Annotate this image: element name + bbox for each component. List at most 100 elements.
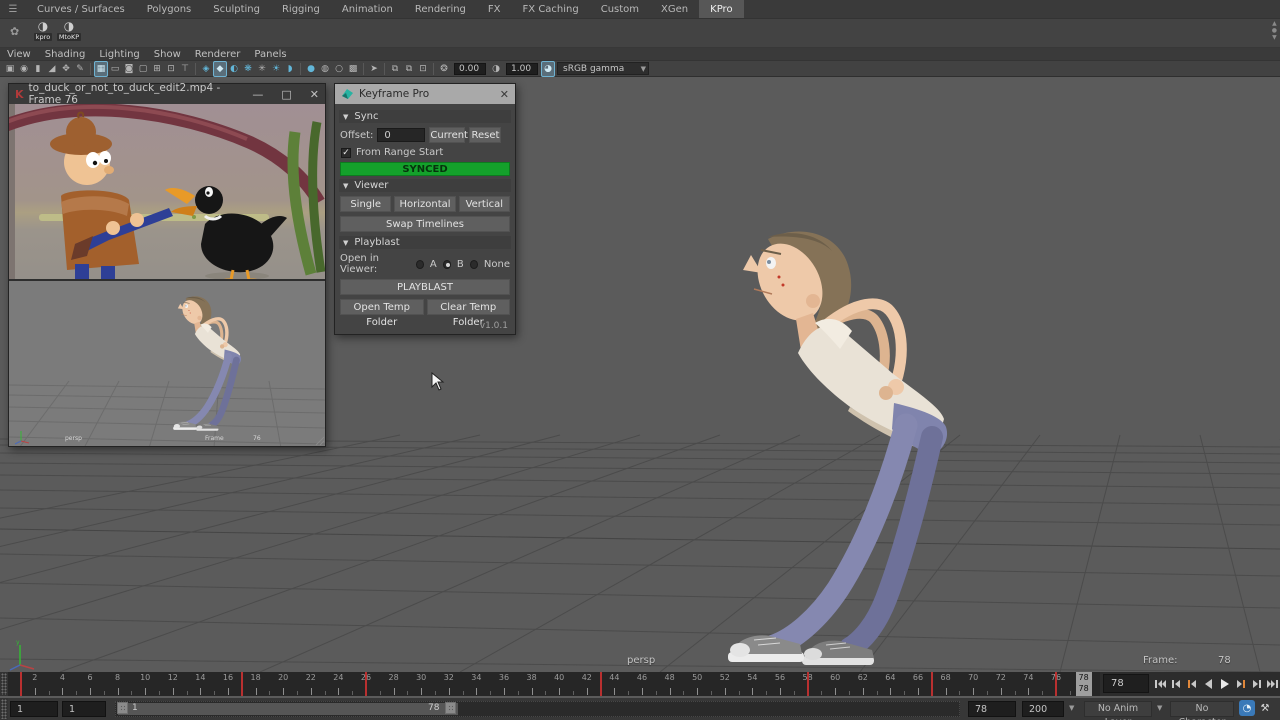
keyframe-marker[interactable]: [931, 672, 933, 696]
colorspace-dropdown[interactable]: sRGB gamma▼: [557, 62, 649, 75]
gamma-icon[interactable]: ◑: [489, 62, 503, 76]
panel-menu-lighting[interactable]: Lighting: [92, 48, 146, 61]
from-range-start-checkbox[interactable]: ✓ From Range Start: [341, 147, 509, 158]
shadows-icon[interactable]: ✳: [255, 62, 269, 76]
shelf-tab-rendering[interactable]: Rendering: [404, 0, 477, 18]
animation-end-field[interactable]: 200: [1022, 701, 1064, 717]
animation-preferences-icon[interactable]: ⚒: [1257, 700, 1273, 716]
shelf-tab-curves-surfaces[interactable]: Curves / Surfaces: [26, 0, 136, 18]
play-forwards-button[interactable]: [1217, 675, 1232, 693]
horizontal-viewer-button[interactable]: Horizontal: [394, 196, 455, 212]
ambient-occlusion-icon[interactable]: ☀: [269, 62, 283, 76]
film-gate-icon[interactable]: ▭: [108, 62, 122, 76]
keyframe-pro-window[interactable]: Keyframe Pro ✕ ▼ Sync Offset: 0 Current …: [334, 83, 516, 335]
shelf-tab-sculpting[interactable]: Sculpting: [202, 0, 271, 18]
minimize-icon[interactable]: —: [252, 88, 263, 101]
sync-section-header[interactable]: ▼ Sync: [339, 110, 511, 123]
plugin-shading-icon[interactable]: ▩: [346, 62, 360, 76]
xray-icon[interactable]: ●: [304, 62, 318, 76]
synced-status-button[interactable]: SYNCED: [340, 162, 510, 176]
current-frame-field[interactable]: 78: [1103, 674, 1149, 693]
window-resize-grip[interactable]: [313, 434, 325, 446]
xray-joints-icon[interactable]: ◍: [318, 62, 332, 76]
chevron-down-icon[interactable]: ▼: [1069, 704, 1074, 712]
gate-mask-icon[interactable]: ▢: [136, 62, 150, 76]
resolution-gate-icon[interactable]: ◙: [122, 62, 136, 76]
shelf-tab-polygons[interactable]: Polygons: [136, 0, 203, 18]
step-back-frame-button[interactable]: [1169, 675, 1184, 693]
swap-timelines-button[interactable]: Swap Timelines: [340, 216, 510, 232]
select-camera-icon[interactable]: ▣: [3, 62, 17, 76]
shelf-tab-rigging[interactable]: Rigging: [271, 0, 331, 18]
lock-camera-icon[interactable]: ◉: [17, 62, 31, 76]
close-icon[interactable]: ✕: [500, 88, 509, 101]
textured-icon[interactable]: ◐: [227, 62, 241, 76]
clear-temp-folder-button[interactable]: Clear Temp Folder: [427, 299, 511, 315]
keyframe-marker[interactable]: [1055, 672, 1057, 696]
keyframe-pro-titlebar[interactable]: Keyframe Pro ✕: [335, 84, 515, 104]
maximize-icon[interactable]: □: [281, 88, 291, 101]
single-viewer-button[interactable]: Single: [340, 196, 391, 212]
anim-layer-dropdown[interactable]: No Anim Layer: [1084, 701, 1152, 717]
auto-key-toggle-icon[interactable]: ◔: [1239, 700, 1255, 716]
object-select-icon[interactable]: ➤: [367, 62, 381, 76]
offset-input[interactable]: 0: [377, 128, 425, 142]
rangebar-drag-handle[interactable]: [0, 698, 8, 720]
character-model[interactable]: [650, 227, 1030, 672]
safe-action-icon[interactable]: ⊡: [164, 62, 178, 76]
shaded-icon[interactable]: ◆: [213, 61, 227, 77]
grid-icon[interactable]: ▦: [94, 61, 108, 77]
go-to-start-button[interactable]: [1153, 675, 1168, 693]
isolate-select-icon[interactable]: ○: [332, 62, 346, 76]
panel-menu-panels[interactable]: Panels: [247, 48, 293, 61]
range-end-handle[interactable]: [445, 702, 456, 714]
shelf-menu-icon[interactable]: ☰: [0, 0, 26, 18]
bookmark-icon[interactable]: ▮: [31, 62, 45, 76]
keyframe-marker[interactable]: [20, 672, 22, 696]
open-temp-folder-button[interactable]: Open Temp Folder: [340, 299, 424, 315]
shelf-tab-fx-caching[interactable]: FX Caching: [512, 0, 590, 18]
reset-button[interactable]: Reset: [469, 127, 501, 143]
exposure-field[interactable]: 0.00: [454, 63, 486, 75]
shelf-tab-xgen[interactable]: XGen: [650, 0, 699, 18]
shelf-item-kpro[interactable]: ◑ kpro: [30, 20, 56, 47]
grease-pencil-icon[interactable]: ✎: [73, 62, 87, 76]
shelf-tab-animation[interactable]: Animation: [331, 0, 404, 18]
snap-to-grids-icon[interactable]: ⧉: [388, 62, 402, 76]
character-set-dropdown[interactable]: No Character Set: [1170, 701, 1234, 717]
shelf-scroll-arrows[interactable]: ▲ ● ▼: [1272, 21, 1277, 41]
motion-blur-icon[interactable]: ◗: [283, 62, 297, 76]
animation-start-field[interactable]: 1: [10, 701, 58, 717]
shelf-tab-kpro[interactable]: KPro: [699, 0, 743, 18]
keyframe-marker[interactable]: [600, 672, 602, 696]
playback-end-field[interactable]: 78: [968, 701, 1016, 717]
safe-title-icon[interactable]: ⊤: [178, 62, 192, 76]
playback-start-field[interactable]: 1: [62, 701, 106, 717]
snap-to-points-icon[interactable]: ⊡: [416, 62, 430, 76]
vertical-viewer-button[interactable]: Vertical: [459, 196, 510, 212]
use-all-lights-icon[interactable]: ❋: [241, 62, 255, 76]
panel-menu-renderer[interactable]: Renderer: [188, 48, 248, 61]
viewer-radio-a[interactable]: [416, 260, 424, 269]
field-chart-icon[interactable]: ⊞: [150, 62, 164, 76]
panel-menu-show[interactable]: Show: [147, 48, 188, 61]
time-slider[interactable]: 2468101214161820222426283032343638404244…: [0, 672, 1280, 696]
current-button[interactable]: Current: [429, 127, 465, 143]
reference-video-window[interactable]: K to_duck_or_not_to_duck_edit2.mp4 - Fra…: [8, 83, 326, 447]
viewer-radio-none[interactable]: [470, 260, 478, 269]
range-slider-bar[interactable]: 1 1 1 78 78 200 ▼ No Anim Layer ▼ No Cha…: [0, 698, 1280, 720]
keyframe-marker[interactable]: [365, 672, 367, 696]
playback-range[interactable]: [118, 703, 458, 715]
shelf-scroll-down-icon[interactable]: ▼: [1272, 35, 1277, 41]
image-plane-icon[interactable]: ◢: [45, 62, 59, 76]
shelf-item-mtokp[interactable]: ◑ MtoKP: [56, 20, 82, 47]
viewer-section-header[interactable]: ▼ Viewer: [339, 179, 511, 192]
step-forward-frame-button[interactable]: [1249, 675, 1264, 693]
collapse-triangle-icon[interactable]: ▼: [343, 113, 348, 121]
close-icon[interactable]: ✕: [310, 88, 319, 101]
checkbox-check-icon[interactable]: ✓: [341, 148, 351, 158]
timeline-drag-handle[interactable]: [0, 672, 8, 696]
shelf-gear-icon[interactable]: ✿: [10, 25, 19, 38]
range-start-handle[interactable]: [117, 702, 128, 714]
panel-menu-view[interactable]: View: [0, 48, 38, 61]
